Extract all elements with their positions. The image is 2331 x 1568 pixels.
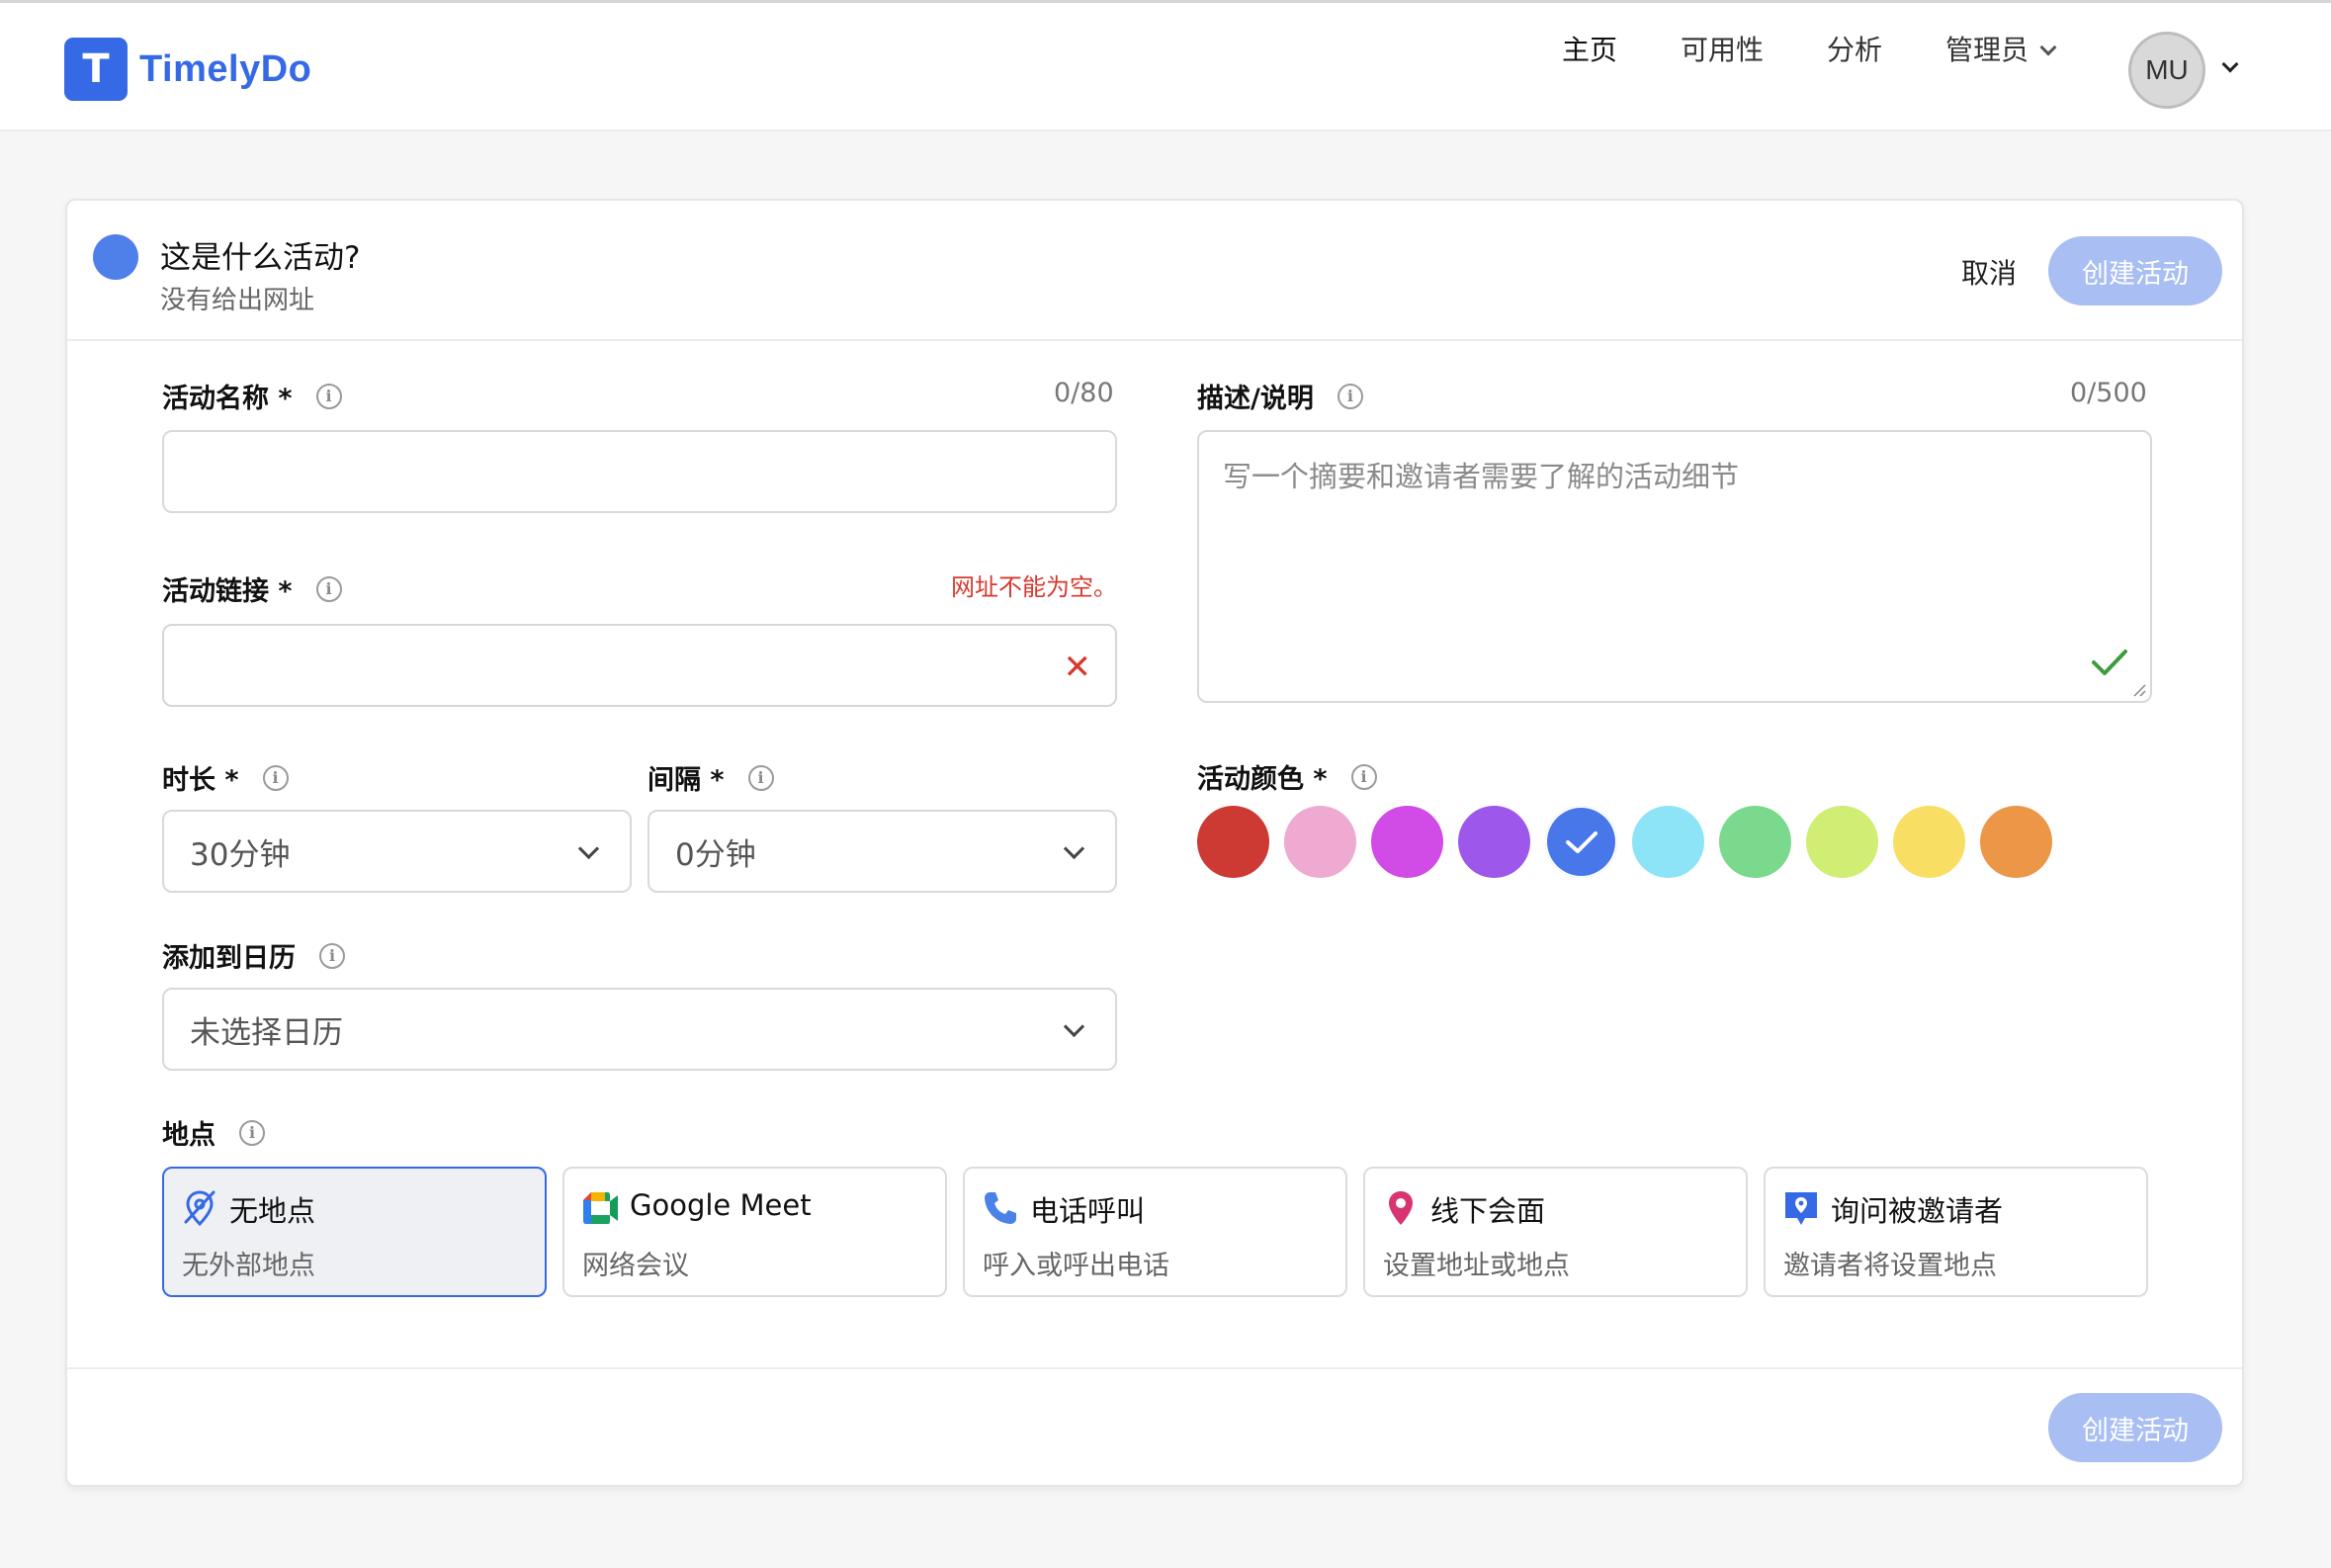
info-icon[interactable]: i [319,942,345,969]
location-subtitle: 网络会议 [582,1251,689,1281]
color-swatch-3[interactable] [1371,806,1443,878]
chevron-down-icon [2039,39,2057,56]
chevron-down-icon [1063,1015,1085,1038]
location-subtitle: 无外部地点 [182,1251,315,1281]
event-title: 这是什么活动? [160,240,361,276]
event-color-dot [93,234,138,280]
color-swatch-8[interactable] [1806,806,1878,878]
duration-label: 时长 * i [162,758,289,797]
card-header: 这是什么活动? 没有给出网址 取消 创建活动 [67,201,2242,341]
chevron-down-icon [577,837,600,860]
location-option-ask-invitee[interactable]: 询问被邀请者 邀请者将设置地点 [1764,1167,2148,1297]
app-name: TimelyDo [139,47,312,90]
description-label: 描述/说明 i [1197,377,1363,415]
calendar-label: 添加到日历 i [162,936,345,975]
location-option-google-meet[interactable]: Google Meet 网络会议 [562,1167,947,1297]
valid-check-icon [2092,650,2127,675]
color-swatch-6[interactable] [1632,806,1704,878]
cancel-button[interactable]: 取消 [1961,252,2017,292]
color-swatch-10[interactable] [1980,806,2052,878]
card-footer-divider [67,1367,2242,1369]
location-option-none[interactable]: 无地点 无外部地点 [162,1167,547,1297]
info-icon[interactable]: i [315,383,342,409]
no-location-icon [184,1190,216,1227]
google-meet-icon [583,1192,618,1224]
account-menu-chevron-down-icon[interactable] [2221,55,2239,73]
location-option-phone[interactable]: 电话呼叫 呼入或呼出电话 [963,1167,1347,1297]
logo-mark: T [64,38,128,101]
calendar-value: 未选择日历 [190,1014,343,1051]
chevron-down-icon [1063,837,1085,860]
interval-select[interactable]: 0分钟 [648,810,1117,893]
interval-label: 间隔 * i [648,758,774,797]
duration-value: 30分钟 [190,836,291,873]
location-option-in-person[interactable]: 线下会面 设置地址或地点 [1363,1167,1748,1297]
nav-item-analytics[interactable]: 分析 [1827,29,1882,68]
info-icon[interactable]: i [1350,763,1377,790]
description-label-text: 描述/说明 [1197,384,1314,414]
event-name-counter: 0/80 [1054,378,1114,408]
location-label: 地点 i [162,1113,265,1152]
location-title: 线下会面 [1430,1194,1546,1228]
calendar-select[interactable]: 未选择日历 [162,988,1117,1071]
nav-item-admin[interactable]: 管理员 [1945,29,2057,68]
event-color-label-text: 活动颜色 * [1197,764,1328,795]
event-link-error: 网址不能为空。 [951,573,1117,601]
user-avatar[interactable]: MU [2128,32,2205,109]
event-name-label: 活动名称 * i [162,377,342,415]
info-icon[interactable]: i [747,764,774,791]
nav-item-admin-label: 管理员 [1945,34,2029,66]
event-link-label: 活动链接 * i [162,569,342,608]
app-logo[interactable]: T TimelyDo [64,38,311,101]
create-event-card: 这是什么活动? 没有给出网址 取消 创建活动 活动名称 * i 0/80 活动链… [65,199,2244,1487]
description-counter: 0/500 [2070,378,2147,408]
color-swatch-2[interactable] [1284,806,1356,878]
location-title: 无地点 [229,1194,316,1228]
location-subtitle: 设置地址或地点 [1383,1251,1570,1281]
event-name-input[interactable] [162,430,1117,513]
duration-label-text: 时长 * [162,765,239,796]
top-navigation-bar: T TimelyDo 主页 可用性 分析 管理员 MU [0,3,2331,131]
description-textarea[interactable]: 写一个摘要和邀请者需要了解的活动细节 [1197,430,2152,703]
event-name-label-text: 活动名称 * [162,384,293,414]
location-title: Google Meet [630,1188,812,1222]
nav-item-availability[interactable]: 可用性 [1681,29,1764,68]
color-swatch-1[interactable] [1197,806,1269,878]
info-icon[interactable]: i [315,575,342,602]
location-subtitle: 邀请者将设置地点 [1783,1251,1997,1281]
location-subtitle: 呼入或呼出电话 [983,1251,1169,1281]
create-event-button-top[interactable]: 创建活动 [2048,236,2222,305]
duration-select[interactable]: 30分钟 [162,810,632,893]
event-link-label-text: 活动链接 * [162,576,293,607]
info-icon[interactable]: i [1337,383,1363,409]
phone-icon [985,1192,1016,1224]
description-placeholder: 写一个摘要和邀请者需要了解的活动细节 [1223,460,1740,493]
map-pin-icon [1389,1191,1413,1225]
color-swatch-7[interactable] [1719,806,1791,878]
chat-pin-icon [1785,1192,1817,1225]
interval-label-text: 间隔 * [648,765,725,796]
event-link-input[interactable]: ✕ [162,624,1117,707]
event-color-label: 活动颜色 * i [1197,757,1377,796]
create-event-button-bottom[interactable]: 创建活动 [2048,1393,2222,1462]
location-title: 电话呼叫 [1030,1194,1146,1228]
interval-value: 0分钟 [675,836,756,873]
nav-item-home[interactable]: 主页 [1562,29,1617,68]
error-x-icon: ✕ [1063,648,1092,687]
selected-check-icon [1565,830,1597,853]
resize-handle-icon[interactable] [2130,681,2146,697]
color-swatch-5[interactable] [1545,806,1617,878]
location-label-text: 地点 [162,1120,216,1151]
location-title: 询问被邀请者 [1831,1194,2004,1228]
color-swatch-4[interactable] [1458,806,1530,878]
calendar-label-text: 添加到日历 [162,943,296,974]
info-icon[interactable]: i [239,1119,265,1146]
color-swatch-9[interactable] [1893,806,1965,878]
info-icon[interactable]: i [262,764,289,791]
event-url-subtitle: 没有给出网址 [160,286,315,315]
